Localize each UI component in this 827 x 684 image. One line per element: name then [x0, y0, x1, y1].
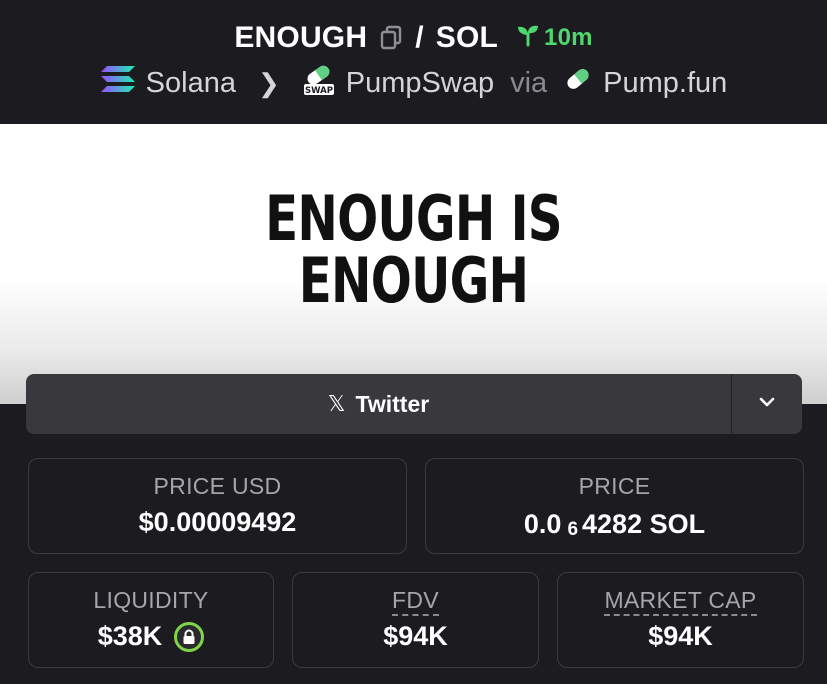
market-cap-card: MARKET CAP $94K — [557, 572, 804, 668]
breadcrumb: Solana ❯ SWAP PumpSwap via Pump.fun — [0, 62, 827, 104]
pill-icon — [563, 64, 593, 102]
price-card: PRICE 0.0 6 4282 SOL — [425, 458, 804, 554]
chevron-right-icon: ❯ — [257, 67, 280, 98]
liquidity-card: LIQUIDITY $38K — [28, 572, 274, 668]
price-zero-count: 6 — [567, 519, 579, 540]
chain-link[interactable]: Solana — [146, 67, 236, 100]
solana-icon — [100, 64, 136, 102]
pair-age: 10m — [516, 23, 593, 54]
twitter-label: Twitter — [355, 390, 430, 417]
price-value: 0.0 6 4282 SOL — [426, 507, 803, 541]
price-usd-value: $0.00009492 — [138, 507, 297, 537]
chevron-down-icon — [758, 395, 776, 413]
svg-text:SWAP: SWAP — [305, 86, 333, 96]
token-banner: ENOUGH IS ENOUGH — [0, 124, 827, 404]
pair-title: ENOUGH / SOL 10m — [0, 16, 827, 60]
pumpswap-icon: SWAP — [302, 62, 336, 104]
pair-separator: / — [415, 21, 424, 54]
price-label: PRICE — [578, 473, 651, 499]
liquidity-value: $38K — [97, 621, 163, 651]
price-usd-card: PRICE USD $0.00009492 — [28, 458, 407, 554]
age-text: 10m — [544, 24, 593, 51]
lock-icon[interactable] — [174, 621, 205, 652]
token-symbol: ENOUGH — [234, 21, 368, 54]
sprout-icon — [516, 23, 540, 54]
social-links-bar: 𝕏 Twitter — [26, 374, 802, 434]
liquidity-value-row: $38K — [29, 621, 273, 652]
dex-link[interactable]: PumpSwap — [346, 67, 494, 100]
price-usd-label: PRICE USD — [153, 473, 282, 499]
fdv-label[interactable]: FDV — [293, 587, 538, 616]
launchpad-link[interactable]: Pump.fun — [603, 67, 727, 100]
market-cap-value: $94K — [648, 621, 713, 651]
twitter-button[interactable]: 𝕏 Twitter — [26, 374, 731, 434]
copy-icon[interactable] — [379, 25, 403, 51]
pair-header: ENOUGH / SOL 10m Solana ❯ SWAP PumpSwap … — [0, 0, 827, 124]
banner-line-2: ENOUGH — [298, 244, 529, 317]
price-prefix: 0.0 — [523, 508, 562, 539]
via-label: via — [510, 66, 548, 99]
banner-line-1: ENOUGH IS — [265, 182, 562, 255]
liquidity-label: LIQUIDITY — [93, 587, 209, 613]
market-cap-label[interactable]: MARKET CAP — [558, 587, 803, 616]
banner-image-text: ENOUGH IS ENOUGH — [91, 188, 736, 312]
fdv-card: FDV $94K — [292, 572, 539, 668]
price-digits: 4282 SOL — [582, 508, 706, 539]
quote-symbol: SOL — [435, 21, 499, 54]
more-links-dropdown[interactable] — [731, 374, 802, 434]
x-logo-icon: 𝕏 — [327, 391, 346, 416]
fdv-value: $94K — [383, 621, 448, 651]
